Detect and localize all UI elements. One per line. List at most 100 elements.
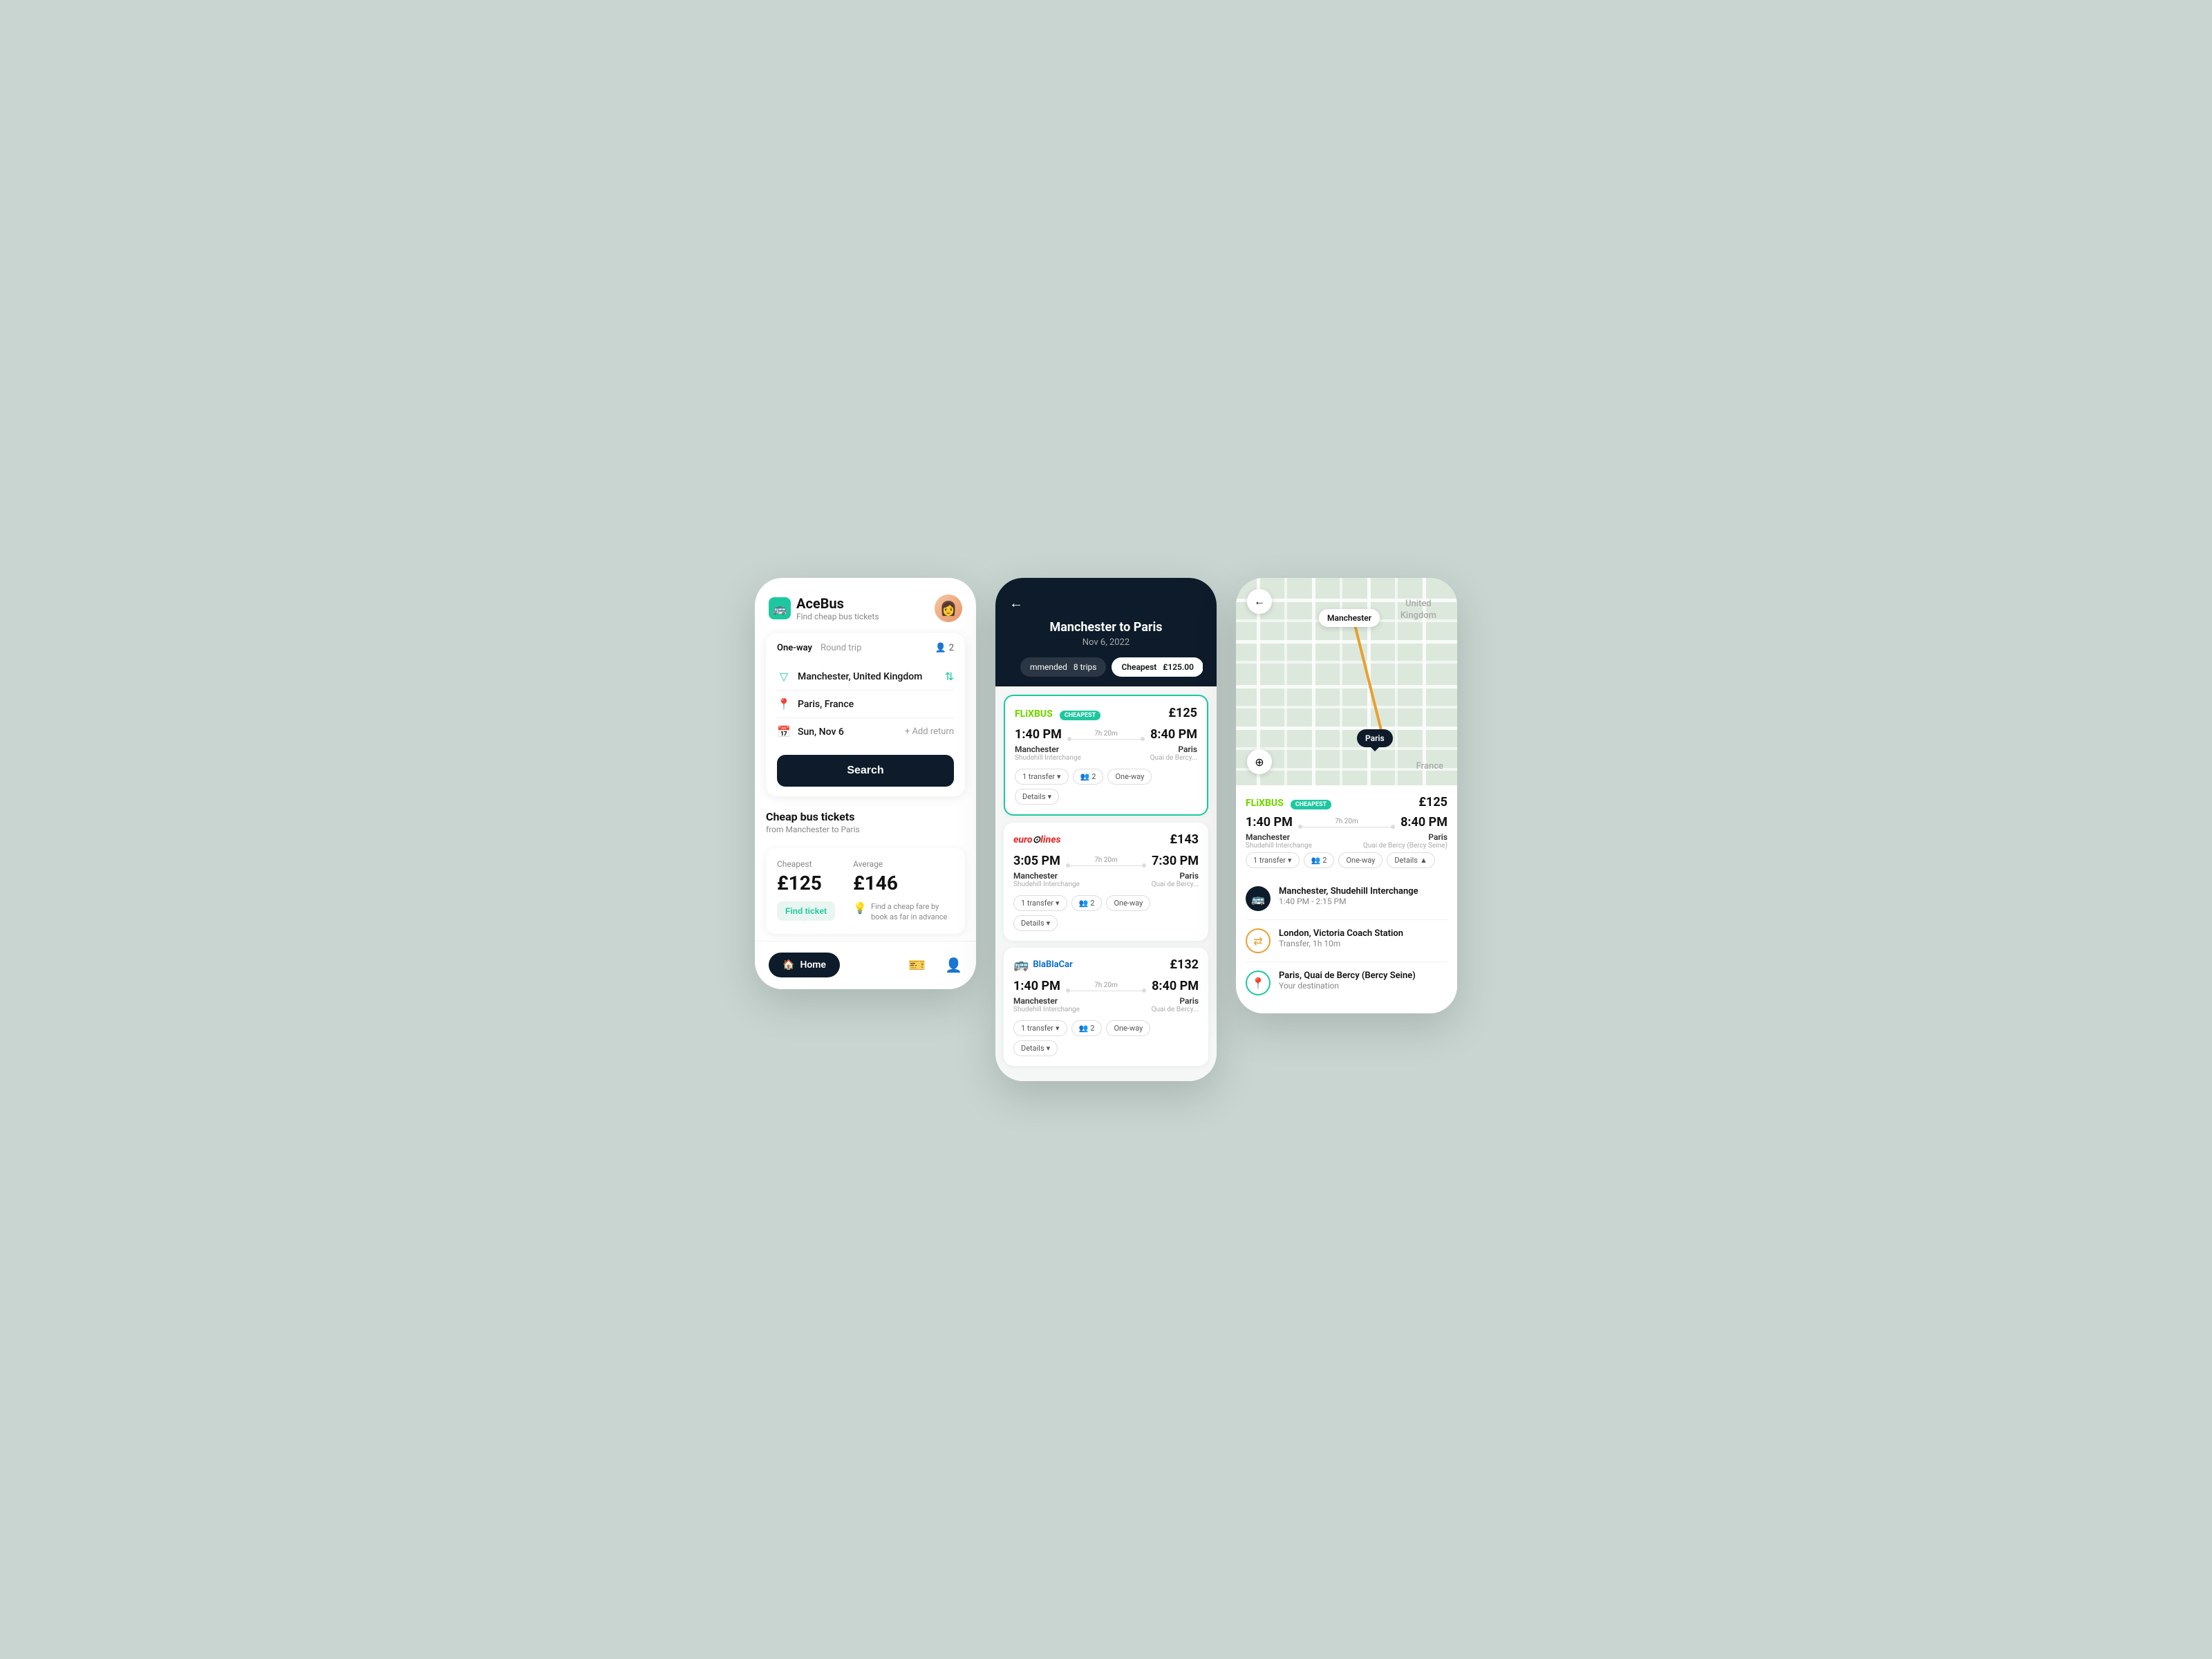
result-card-eurolines: euro⊙lines £143 3:05 PM 7h 20m 7:30 PM M… [1004,823,1208,941]
bus-stop-icon: 🚌 [1246,886,1271,911]
passengers-badge[interactable]: 👤 2 [935,643,955,653]
locate-icon: ⊕ [1255,756,1264,769]
swap-icon[interactable]: ⇅ [945,670,954,683]
arr-time-2: 7:30 PM [1152,854,1199,868]
home-nav-item[interactable]: 🏠 Home [769,953,840,977]
stop-name-london: London, Victoria Coach Station [1279,928,1403,939]
round-trip-option[interactable]: Round trip [821,643,861,653]
arr-info-1: Paris Quai de Bercy... [1150,744,1197,762]
origin-icon: ▽ [777,670,791,683]
detail-details-tag[interactable]: Details ▲ [1387,852,1435,868]
tab-cheapest[interactable]: Cheapest £125.00 [1112,657,1203,677]
home-label: Home [800,959,826,971]
oneway-tag-3: One-way [1106,1020,1150,1036]
detail-dep-time: 1:40 PM [1246,815,1293,830]
dep-city-3: Manchester [1013,996,1080,1006]
duration-2: 7h 20m [1094,856,1118,864]
transfer-tag-2[interactable]: 1 transfer ▾ [1013,895,1067,911]
cheapest-col: Cheapest £125 Find ticket [777,859,835,921]
destination-input[interactable]: Paris, France [798,699,954,710]
route-row-1: 1:40 PM 7h 20m 8:40 PM [1015,727,1197,742]
stop-item-paris: 📍 Paris, Quai de Bercy (Bercy Seine) You… [1246,962,1447,1004]
route-row-3: 1:40 PM 7h 20m 8:40 PM [1013,979,1199,993]
passengers-tag-3: 👥2 [1071,1020,1103,1036]
tickets-nav-icon[interactable]: 🎫 [908,957,926,973]
cheapest-badge-1: CHEAPEST [1060,711,1100,720]
detail-cheapest-badge: CHEAPEST [1291,800,1331,809]
phones-container: AceBus Find cheap bus tickets 👩 One-way … [755,578,1457,1081]
search-button[interactable]: Search [777,755,954,787]
user-avatar[interactable]: 👩 [935,594,962,622]
passengers-count: 2 [949,643,954,653]
dep-station-3: Shudehill Interchange [1013,1006,1080,1013]
search-box: One-way Round trip 👤 2 ▽ Manchester, Uni… [766,633,965,796]
results-header: ← Manchester to Paris Nov 6, 2022 mmende… [995,578,1217,686]
find-ticket-button[interactable]: Find ticket [777,901,835,921]
date-display[interactable]: Sun, Nov 6 [798,727,898,738]
filter-tabs: mmended 8 trips Cheapest £125.00 Fastest… [1009,648,1203,686]
trip-type-row: One-way Round trip 👤 2 [777,643,954,653]
details-tag-2[interactable]: Details ▾ [1013,915,1058,931]
duration-3: 7h 20m [1094,982,1118,989]
tags-row-2: 1 transfer ▾ 👥2 One-way Details ▾ [1013,895,1199,931]
arr-city-3: Paris [1152,996,1199,1006]
arr-station-2: Quai de Bercy... [1152,881,1199,888]
origin-row: ▽ Manchester, United Kingdom ⇅ [777,663,954,691]
cheap-tickets-subtitle: from Manchester to Paris [766,825,965,834]
average-col: Average £146 💡 Find a cheap fare by book… [853,859,954,923]
profile-nav-icon[interactable]: 👤 [945,957,962,973]
detail-flixbus-logo: FLiXBUS [1246,798,1284,809]
route-line-1 [1067,739,1145,740]
blablacar-icon: 🚌 [1013,957,1029,972]
dest-stop-icon: 📍 [1246,971,1271,995]
city-row-2: Manchester Shudehill Interchange Paris Q… [1013,871,1199,888]
result-header-2: euro⊙lines £143 [1013,832,1199,847]
app-name: AceBus [796,595,879,612]
origin-input[interactable]: Manchester, United Kingdom [798,671,938,682]
blablacar-carrier: 🚌 BlaBlaCar [1013,957,1073,972]
add-return-btn[interactable]: + Add return [905,727,954,737]
france-label: France [1416,761,1443,771]
oneway-tag-2: One-way [1106,895,1150,911]
dep-info-2: Manchester Shudehill Interchange [1013,871,1080,888]
arr-station-3: Quai de Bercy... [1152,1006,1199,1013]
detail-arr-info: Paris Quai de Bercy (Bercy Seine) [1363,832,1447,850]
details-tag-1[interactable]: Details ▾ [1015,789,1059,805]
arr-city-1: Paris [1150,744,1197,754]
tags-row-3: 1 transfer ▾ 👥2 One-way Details ▾ [1013,1020,1199,1056]
stop-item-manchester: 🚌 Manchester, Shudehill Interchange 1:40… [1246,878,1447,920]
route-row-2: 3:05 PM 7h 20m 7:30 PM [1013,854,1199,868]
flixbus-logo: FLiXBUS [1015,709,1053,720]
uk-label: UnitedKingdom [1400,599,1436,622]
back-button[interactable]: ← [1009,594,1203,612]
tab-recommended[interactable]: mmended 8 trips [1020,657,1106,677]
stop-list: 🚌 Manchester, Shudehill Interchange 1:40… [1246,878,1447,1004]
results-body: FLiXBUS CHEAPEST £125 1:40 PM 7h 20m 8:4… [995,686,1217,1081]
phone-detail: ← UnitedKingdom Manchester Paris France … [1236,578,1457,1013]
results-date: Nov 6, 2022 [1009,637,1203,648]
flixbus-carrier: FLiXBUS CHEAPEST [1015,706,1100,720]
route-middle-1: 7h 20m [1067,730,1145,740]
manchester-pin-label: Manchester [1327,613,1371,623]
detail-route-middle: 7h 20m [1298,818,1395,827]
details-tag-3[interactable]: Details ▾ [1013,1040,1058,1056]
map-back-button[interactable]: ← [1247,589,1272,614]
detail-carrier: FLiXBUS CHEAPEST [1246,796,1331,809]
detail-panel: FLiXBUS CHEAPEST £125 1:40 PM 7h 20m 8:4… [1236,785,1457,1013]
result-card-flixbus: FLiXBUS CHEAPEST £125 1:40 PM 7h 20m 8:4… [1004,695,1208,816]
price-card: Cheapest £125 Find ticket Average £146 💡… [766,848,965,934]
one-way-option[interactable]: One-way [777,643,812,653]
route-middle-3: 7h 20m [1066,982,1146,991]
destination-icon: 📍 [777,697,791,711]
transfer-tag-1[interactable]: 1 transfer ▾ [1015,769,1069,785]
route-middle-2: 7h 20m [1066,856,1146,866]
dep-time-2: 3:05 PM [1013,854,1060,868]
locate-button[interactable]: ⊕ [1247,749,1272,774]
logo-area: AceBus Find cheap bus tickets [769,595,879,621]
city-row-1: Manchester Shudehill Interchange Paris Q… [1015,744,1197,762]
arr-station-1: Quai de Bercy... [1150,754,1197,762]
dep-info-1: Manchester Shudehill Interchange [1015,744,1081,762]
tab-recommended-label: mmended 8 trips [1030,662,1096,672]
transfer-tag-3[interactable]: 1 transfer ▾ [1013,1020,1067,1036]
detail-transfer-tag[interactable]: 1 transfer ▾ [1246,852,1300,868]
